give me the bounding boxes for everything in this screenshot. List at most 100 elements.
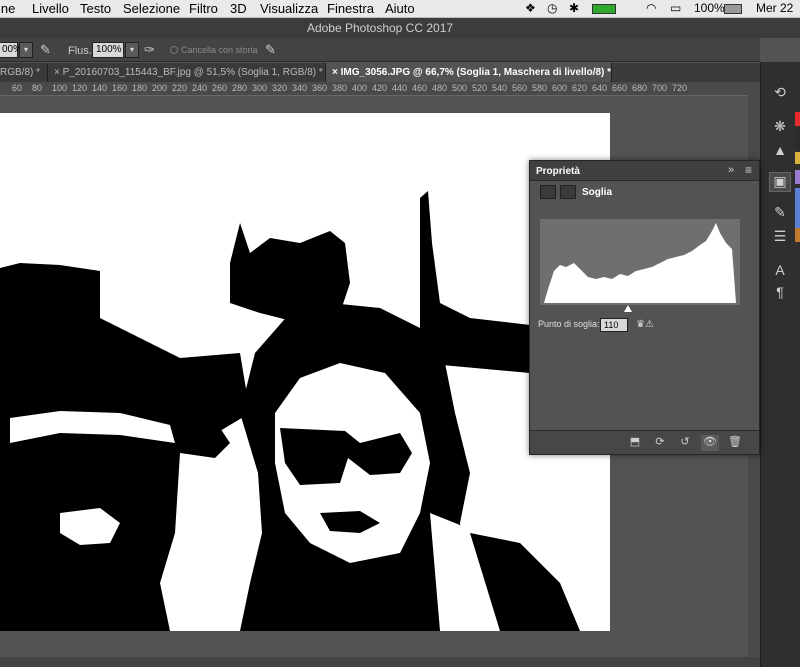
document-image[interactable] [0, 113, 610, 631]
pressure-size-icon[interactable]: ✎ [265, 42, 276, 58]
ruler-tick-label: 60 [12, 83, 23, 93]
swatch-red[interactable] [795, 112, 800, 126]
adjustment-header: Soglia [540, 185, 750, 201]
bluetooth-icon[interactable]: ✱ [569, 1, 579, 15]
opacity-dropdown[interactable]: ▾ [19, 42, 33, 58]
ruler-tick-label: 560 [512, 83, 528, 93]
clip-to-layer-icon[interactable]: ⬒ [626, 435, 644, 451]
panel-title: Proprietà [536, 166, 580, 177]
threshold-slider[interactable] [624, 305, 632, 312]
adjustments-icon[interactable]: ☰ [769, 228, 791, 248]
horizontal-ruler[interactable]: 60 80 100 120 140 160 180 200 220 240 260 280 300 320… [0, 82, 748, 96]
calculate-icon[interactable]: ♛⚠ [636, 319, 654, 330]
ruler-tick-label: 480 [432, 83, 448, 93]
airbrush-pressure-icon[interactable]: ✎ [40, 42, 51, 58]
menu-item-selezione[interactable]: Selezione [123, 1, 180, 16]
ruler-tick-label: 380 [332, 83, 348, 93]
view-previous-icon[interactable]: ⟳ [651, 435, 669, 451]
window-title: Adobe Photoshop CC 2017 [306, 21, 454, 35]
ruler-tick-label: 540 [492, 83, 508, 93]
window-titlebar: Adobe Photoshop CC 2017 [0, 18, 800, 38]
threshold-label: Punto di soglia: [538, 319, 600, 329]
swatch-blue[interactable] [795, 188, 800, 228]
history-icon[interactable]: ⟲ [769, 84, 791, 104]
swatch-purple[interactable] [795, 170, 800, 184]
layer-mask-icon[interactable] [560, 185, 576, 199]
ruler-tick-label: 600 [552, 83, 568, 93]
opacity-field[interactable]: 00% [0, 42, 22, 58]
menu-item-visualizza[interactable]: Visualizza [260, 1, 318, 16]
ruler-tick-label: 680 [632, 83, 648, 93]
swatch-yellow[interactable] [795, 152, 800, 164]
adjustment-name: Soglia [582, 187, 613, 198]
ruler-tick-label: 100 [52, 83, 68, 93]
reset-icon[interactable]: ↺ [676, 435, 694, 451]
threshold-input[interactable]: 110 [600, 318, 628, 332]
properties-icon[interactable]: ▣ [769, 172, 791, 192]
collapse-icon[interactable]: » [728, 164, 734, 176]
menu-item-finestra[interactable]: Finestra [327, 1, 374, 16]
ruler-tick-label: 660 [612, 83, 628, 93]
erase-history-checkbox[interactable] [170, 46, 178, 54]
ruler-tick-label: 400 [352, 83, 368, 93]
threshold-image [0, 113, 610, 631]
threshold-row: Punto di soglia: 110 ♛⚠ [538, 318, 753, 335]
menu-item-image[interactable]: ine [0, 1, 15, 16]
menu-item-aiuto[interactable]: Aiuto [385, 1, 415, 16]
battery-icon[interactable] [724, 4, 742, 14]
flow-dropdown[interactable]: ▾ [125, 42, 139, 58]
close-icon[interactable]: × [54, 67, 63, 78]
visibility-icon[interactable]: 👁 [701, 435, 719, 451]
panel-menu-icon[interactable]: ≡ [745, 163, 752, 177]
ruler-tick-label: 580 [532, 83, 548, 93]
airplay-icon[interactable]: ▭ [670, 1, 681, 15]
tab-label: IMG_3056.JPG @ 66,7% (Soglia 1, Maschera… [340, 67, 612, 78]
character-icon[interactable]: A [769, 262, 791, 282]
histogram-graph [540, 219, 740, 305]
right-dock: ⟲ ❋ ▲ ▣ ✎ ☰ A ¶ [760, 62, 800, 667]
histogram-icon[interactable]: ▲ [769, 142, 791, 162]
menu-item-livello[interactable]: Livello [32, 1, 69, 16]
ruler-tick-label: 320 [272, 83, 288, 93]
swatch-orange[interactable] [795, 228, 800, 242]
brush-icon[interactable]: ✎ [769, 204, 791, 224]
menu-item-filtro[interactable]: Filtro [189, 1, 218, 16]
ruler-tick-label: 700 [652, 83, 668, 93]
delete-icon[interactable]: 🗑 [726, 435, 744, 451]
menu-item-testo[interactable]: Testo [80, 1, 111, 16]
adjustment-layer-icon[interactable] [540, 185, 556, 199]
ruler-tick-label: 360 [312, 83, 328, 93]
tab-document-3[interactable]: × IMG_3056.JPG @ 66,7% (Soglia 1, Masche… [326, 63, 612, 82]
dropbox-icon[interactable]: ❖ [525, 1, 536, 15]
panel-header[interactable]: Proprietà » ≡ [530, 161, 759, 181]
panel-footer: ⬒ ⟳ ↺ 👁 🗑 [530, 430, 759, 454]
options-bar: 00% ▾ ✎ Flus.: 100% ▾ ✑ Cancella con sto… [0, 38, 760, 62]
time-machine-icon[interactable]: ◷ [547, 1, 557, 15]
ruler-tick-label: 80 [32, 83, 43, 93]
ruler-tick-label: 160 [112, 83, 128, 93]
paragraph-icon[interactable]: ¶ [769, 284, 791, 304]
erase-history-label: Cancella con storia [181, 45, 258, 55]
wifi-icon[interactable]: ◠ [646, 1, 656, 15]
ruler-tick-label: 200 [152, 83, 168, 93]
battery-meter-icon [592, 4, 616, 14]
tab-document-2[interactable]: × P_20160703_115443_BF.jpg @ 51,5% (Sogl… [48, 63, 326, 82]
menu-item-3d[interactable]: 3D [230, 1, 247, 16]
tab-label: P_20160703_115443_BF.jpg @ 51,5% (Soglia… [62, 67, 323, 78]
ruler-tick-label: 340 [292, 83, 308, 93]
ruler-tick-label: 220 [172, 83, 188, 93]
airbrush-icon[interactable]: ✑ [144, 42, 155, 58]
flow-field[interactable]: 100% [92, 42, 124, 58]
tab-document-1[interactable]: RGB/8) * [0, 63, 48, 82]
ruler-tick-label: 260 [212, 83, 228, 93]
status-bar [0, 657, 760, 667]
ruler-tick-label: 180 [132, 83, 148, 93]
flow-label: Flus.: [68, 45, 95, 57]
ruler-tick-label: 460 [412, 83, 428, 93]
navigator-icon[interactable]: ❋ [769, 118, 791, 138]
battery-percent: 100% [694, 1, 725, 15]
ruler-tick-label: 440 [392, 83, 408, 93]
swatch-dark[interactable] [795, 130, 800, 148]
close-icon[interactable]: × [332, 67, 341, 78]
ruler-tick-label: 120 [72, 83, 88, 93]
